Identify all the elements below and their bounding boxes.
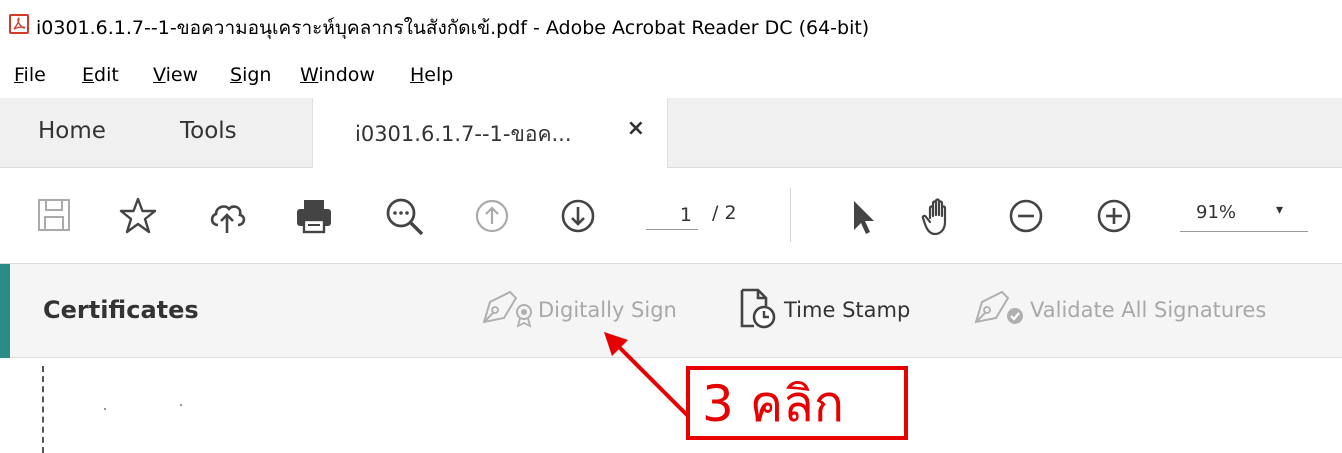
certificates-title: Certificates bbox=[43, 296, 199, 324]
zoom-in-icon[interactable] bbox=[1092, 194, 1136, 238]
chevron-down-icon: ▾ bbox=[1276, 202, 1284, 218]
toolbar: / 2 91% ▾ bbox=[0, 168, 1342, 264]
page-edge bbox=[42, 366, 45, 453]
print-icon[interactable] bbox=[292, 194, 336, 238]
tab-document[interactable]: i0301.6.1.7--1-ขอค... × bbox=[312, 98, 668, 168]
zoom-out-icon[interactable] bbox=[1004, 194, 1048, 238]
close-icon[interactable]: × bbox=[627, 116, 645, 141]
validate-signatures-label: Validate All Signatures bbox=[1030, 298, 1267, 322]
page-number-input[interactable] bbox=[646, 200, 698, 230]
time-stamp-button[interactable]: Time Stamp bbox=[736, 288, 911, 330]
acrobat-icon bbox=[9, 14, 29, 34]
zoom-dropdown[interactable]: 91% ▾ bbox=[1180, 198, 1308, 232]
save-icon[interactable] bbox=[33, 194, 77, 238]
star-icon[interactable] bbox=[116, 194, 160, 238]
tab-bar: Home Tools i0301.6.1.7--1-ขอค... × bbox=[0, 98, 1342, 168]
menu-file[interactable]: File bbox=[14, 64, 46, 86]
pen-check-icon bbox=[972, 288, 1026, 332]
annotation-callout: 3 คลิก bbox=[686, 366, 908, 440]
digitally-sign-button[interactable]: Digitally Sign bbox=[480, 290, 677, 330]
document-view[interactable] bbox=[0, 358, 1342, 453]
page-total: / 2 bbox=[712, 202, 737, 224]
menu-window[interactable]: Window bbox=[300, 64, 375, 86]
title-bar: i0301.6.1.7--1-ขอความอนุเคราะห์บุคลากรใน… bbox=[0, 0, 1342, 52]
accent-strip bbox=[0, 264, 10, 358]
validate-signatures-button[interactable]: Validate All Signatures bbox=[972, 290, 1266, 330]
annotation-text: 3 คลิก bbox=[702, 375, 845, 433]
page-speck bbox=[104, 408, 106, 410]
toolbar-divider bbox=[790, 188, 791, 242]
time-stamp-label: Time Stamp bbox=[784, 298, 911, 322]
document-clock-icon bbox=[736, 286, 780, 334]
hand-icon[interactable] bbox=[918, 194, 962, 238]
page-up-icon[interactable] bbox=[470, 194, 514, 238]
menu-bar: File Edit View Sign Window Help bbox=[0, 52, 1342, 98]
page-speck bbox=[180, 404, 182, 406]
tab-home[interactable]: Home bbox=[38, 118, 106, 144]
menu-edit[interactable]: Edit bbox=[82, 64, 119, 86]
menu-help[interactable]: Help bbox=[410, 64, 453, 86]
tab-document-label: i0301.6.1.7--1-ขอค... bbox=[355, 122, 572, 146]
find-icon[interactable] bbox=[382, 194, 426, 238]
window-title: i0301.6.1.7--1-ขอความอนุเคราะห์บุคลากรใน… bbox=[36, 17, 870, 39]
pen-ribbon-icon bbox=[480, 288, 534, 332]
certificates-bar: Certificates Digitally Sign Time Stamp V… bbox=[0, 264, 1342, 358]
menu-sign[interactable]: Sign bbox=[230, 64, 271, 86]
digitally-sign-label: Digitally Sign bbox=[538, 298, 677, 322]
menu-view[interactable]: View bbox=[153, 64, 198, 86]
zoom-value: 91% bbox=[1196, 202, 1237, 223]
page-down-icon[interactable] bbox=[556, 194, 600, 238]
cloud-upload-icon[interactable] bbox=[205, 194, 249, 238]
tab-tools[interactable]: Tools bbox=[180, 118, 237, 144]
select-cursor-icon[interactable] bbox=[840, 194, 884, 238]
